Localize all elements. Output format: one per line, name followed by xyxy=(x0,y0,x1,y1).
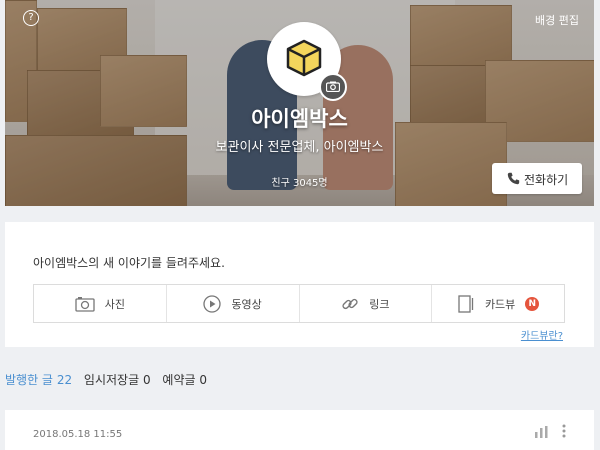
box-logo-icon xyxy=(286,39,322,77)
channel-description: 보관이사 전문업체, 아이엠박스 xyxy=(215,140,384,155)
video-button[interactable]: 동영상 xyxy=(167,285,300,322)
tab-scheduled[interactable]: 예약글 0 xyxy=(162,371,207,388)
tab-label: 예약글 xyxy=(162,373,196,387)
cardview-button[interactable]: 카드뷰 N xyxy=(432,285,564,322)
post-date: 2018.05.18 11:55 xyxy=(33,429,123,440)
help-icon[interactable]: ? xyxy=(23,10,39,26)
tab-drafts[interactable]: 임시저장글 0 xyxy=(84,371,151,388)
play-icon xyxy=(203,294,222,313)
cardview-help-link[interactable]: 카드뷰란? xyxy=(521,327,563,342)
post-tabs: 발행한 글 22 임시저장글 0 예약글 0 xyxy=(5,371,215,388)
call-button-label: 전화하기 xyxy=(524,173,569,187)
camera-icon xyxy=(75,296,95,312)
more-options-icon[interactable] xyxy=(562,424,566,438)
change-profile-photo-button[interactable] xyxy=(319,73,347,101)
tab-label: 임시저장글 xyxy=(83,373,140,387)
cardview-icon xyxy=(458,294,474,313)
link-icon xyxy=(342,298,358,309)
tab-published[interactable]: 발행한 글 22 xyxy=(5,371,72,388)
link-button-label: 링크 xyxy=(369,297,390,311)
photo-button-label: 사진 xyxy=(104,297,125,311)
edit-background-button[interactable]: 배경 편집 xyxy=(535,12,579,28)
post-card[interactable]: 2018.05.18 11:55 xyxy=(5,410,594,450)
compose-prompt[interactable]: 아이엠박스의 새 이야기를 들려주세요. xyxy=(33,254,225,271)
new-badge: N xyxy=(525,296,540,311)
photo-button[interactable]: 사진 xyxy=(34,285,167,322)
cardview-button-label: 카드뷰 xyxy=(484,297,516,311)
cover-image: ? 배경 편집 아이엠박스 보관이사 전문업체, 아이엠박스 친구 3045명 … xyxy=(5,0,594,206)
call-button[interactable]: 전화하기 xyxy=(492,163,582,194)
friends-label: 친구 xyxy=(271,178,290,189)
tab-count: 22 xyxy=(56,373,73,387)
link-button[interactable]: 링크 xyxy=(300,285,433,322)
tab-label: 발행한 글 xyxy=(5,373,53,387)
camera-icon xyxy=(326,81,340,92)
channel-name: 아이엠박스 xyxy=(251,107,348,131)
video-button-label: 동영상 xyxy=(231,297,262,311)
tab-count: 0 xyxy=(142,373,151,387)
compose-actions: 사진 동영상 링크 카드뷰 N xyxy=(33,284,565,323)
tab-count: 0 xyxy=(199,373,208,387)
compose-card: 아이엠박스의 새 이야기를 들려주세요. 사진 동영상 링크 카드뷰 N 카드뷰… xyxy=(5,222,594,347)
stats-icon[interactable] xyxy=(535,426,548,438)
phone-icon xyxy=(507,172,520,185)
friends-count-value: 3045명 xyxy=(292,178,328,189)
